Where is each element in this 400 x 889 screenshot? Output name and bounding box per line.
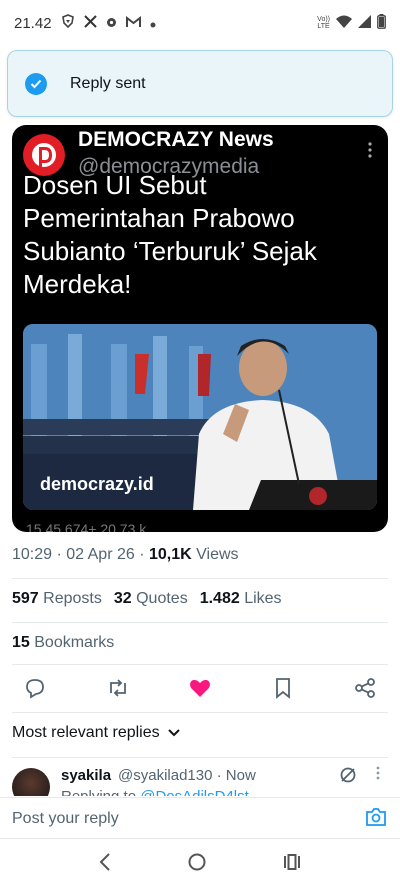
- grok-icon[interactable]: [339, 766, 357, 789]
- reposts-stat[interactable]: 597 Reposts: [12, 590, 102, 608]
- battery-icon: [377, 13, 386, 33]
- repost-icon: [109, 679, 126, 697]
- wifi-icon: [336, 15, 352, 32]
- like-button[interactable]: [185, 674, 215, 702]
- recents-button[interactable]: [283, 854, 301, 875]
- home-button[interactable]: [188, 853, 206, 876]
- dot-icon: [150, 15, 156, 32]
- divider: [12, 578, 388, 579]
- reply-author-name[interactable]: syakila: [61, 767, 111, 784]
- divider: [12, 664, 388, 665]
- check-circle-icon: [25, 72, 47, 95]
- camera-button[interactable]: [365, 807, 387, 832]
- views-count[interactable]: 10,1K: [149, 546, 192, 563]
- signal-icon: [358, 14, 371, 32]
- back-button[interactable]: [99, 853, 111, 876]
- status-time: 21.42: [14, 14, 52, 32]
- reply-item[interactable]: syakila @syakilad130 · Now Replying to @…: [0, 760, 400, 796]
- camera-icon: [366, 808, 386, 826]
- replies-sort-label: Most relevant replies: [12, 724, 160, 741]
- reply-composer: [0, 797, 400, 839]
- bookmark-button[interactable]: [268, 674, 298, 702]
- x-icon: [83, 14, 97, 32]
- reply-author-handle: @syakilad130 · Now: [118, 767, 256, 784]
- news-photo: democrazy.id: [23, 324, 377, 510]
- more-vertical-icon: [368, 142, 372, 163]
- back-icon: [99, 853, 110, 871]
- reply-sent-toast: Reply sent: [7, 50, 393, 117]
- shield-icon: [61, 14, 75, 32]
- reply-button[interactable]: [20, 674, 50, 702]
- bookmark-icon: [275, 678, 290, 699]
- media-brand-name: DEMOCRAZY News: [78, 128, 274, 151]
- chevron-down-icon: [167, 729, 180, 737]
- reply-icon: [26, 679, 44, 699]
- divider: [12, 622, 388, 623]
- system-nav-bar: [0, 840, 400, 889]
- heart-filled-icon: [190, 679, 210, 697]
- dot-face-icon: [106, 15, 117, 32]
- recents-icon: [284, 854, 301, 870]
- home-icon: [188, 853, 206, 871]
- post-media-image[interactable]: DEMOCRAZY News @democrazymedia Dosen UI …: [12, 125, 388, 532]
- avatar[interactable]: [12, 768, 50, 796]
- likes-stat[interactable]: 1.482 Likes: [200, 590, 282, 608]
- engagement-counts: 597 Reposts 32 Quotes 1.482 Likes: [12, 590, 282, 608]
- reply-input[interactable]: [12, 810, 312, 828]
- lte-indicator: Vo)) LTE: [317, 16, 330, 30]
- post-actions: [20, 674, 380, 702]
- more-vertical-icon[interactable]: [376, 766, 380, 780]
- share-button[interactable]: [350, 674, 380, 702]
- media-headline: Dosen UI Sebut Pemerintahan Prabowo Subi…: [23, 170, 317, 299]
- divider: [12, 712, 388, 713]
- photo-watermark: democrazy.id: [40, 474, 154, 494]
- post-timestamp: 10:29 · 02 Apr 26 · 10,1K Views: [12, 546, 239, 563]
- reply-preview: Replying to @DosAdilsD4lst: [61, 788, 249, 796]
- repost-button[interactable]: [103, 674, 133, 702]
- quotes-stat[interactable]: 32 Quotes: [114, 590, 188, 608]
- toast-message: Reply sent: [70, 74, 146, 92]
- media-stats-strip: 15.45 674+ 20 73 k: [26, 521, 147, 532]
- share-icon: [355, 678, 375, 698]
- gmail-icon: [125, 15, 141, 32]
- status-bar: 21.42 Vo)) LTE: [0, 0, 400, 46]
- divider: [12, 757, 388, 758]
- bookmarks-stat[interactable]: 15 Bookmarks: [12, 634, 114, 652]
- replies-sort-dropdown[interactable]: Most relevant replies: [12, 724, 180, 742]
